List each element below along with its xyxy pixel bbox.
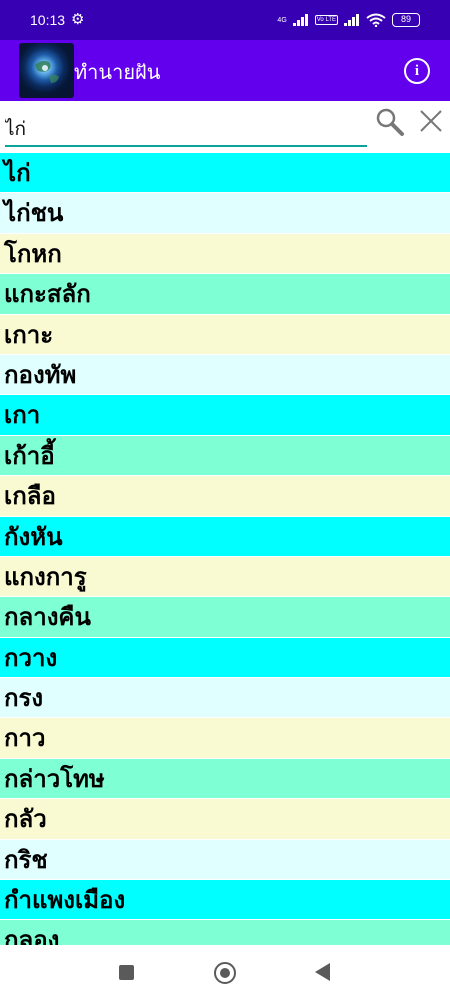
list-item[interactable]: กลางคืน <box>0 597 450 638</box>
list-item[interactable]: กำแพงเมือง <box>0 880 450 921</box>
home-dot <box>220 968 230 978</box>
list-item[interactable]: กังหัน <box>0 516 450 557</box>
info-icon[interactable]: i <box>404 58 430 84</box>
list-item[interactable]: กาว <box>0 718 450 759</box>
signal-icon <box>292 14 308 26</box>
network-type-label: 4G <box>277 16 287 24</box>
back-triangle-icon[interactable] <box>315 963 330 981</box>
list-item[interactable]: กลัว <box>0 799 450 840</box>
app-title: ทำนายฝัน <box>74 60 161 84</box>
list-item[interactable]: เก้าอี้ <box>0 435 450 477</box>
list-item[interactable]: เกลือ <box>0 476 450 517</box>
signal-2-icon <box>344 14 359 26</box>
list-item[interactable]: เกา <box>0 395 450 436</box>
battery-icon: 89 <box>392 13 420 27</box>
search-icon[interactable] <box>374 106 406 138</box>
list-item[interactable]: แกะสลัก <box>0 274 450 315</box>
list-item[interactable]: กวาง <box>0 637 450 679</box>
list-item[interactable]: แกงการู <box>0 556 450 598</box>
status-icons: 4G Vo LTE 89 <box>277 11 420 29</box>
status-bar: 10:13 ⚙ 4G Vo LTE 89 <box>0 0 450 40</box>
status-time: 10:13 <box>30 12 66 28</box>
list-item[interactable]: กลอง <box>0 920 450 945</box>
navigation-bar <box>0 945 450 1000</box>
word-list: ไก่ ไก่ชน โกหก แกะสลัก เกาะ กองทัพ เกา เก้าอี้เ… <box>0 153 450 945</box>
recents-square-icon[interactable] <box>119 965 134 980</box>
search-input[interactable] <box>5 113 367 147</box>
list-item[interactable]: ไก่ <box>0 153 450 194</box>
earth-icon <box>19 43 74 98</box>
close-icon[interactable] <box>418 108 444 134</box>
app-bar: ทำนายฝัน i <box>0 40 450 101</box>
list-item[interactable]: กองทัพ <box>0 354 450 396</box>
volte-badge: Vo LTE <box>314 15 338 25</box>
wifi-icon <box>366 13 386 27</box>
list-item[interactable]: ไก่ชน <box>0 193 450 234</box>
gear-icon: ⚙ <box>71 10 85 28</box>
home-circle-icon[interactable] <box>214 962 236 984</box>
list-item[interactable]: โกหก <box>0 233 450 275</box>
list-item[interactable]: กริช <box>0 839 450 881</box>
list-item[interactable]: เกาะ <box>0 314 450 355</box>
list-item[interactable]: กรง <box>0 678 450 719</box>
list-item[interactable]: กล่าวโทษ <box>0 758 450 800</box>
